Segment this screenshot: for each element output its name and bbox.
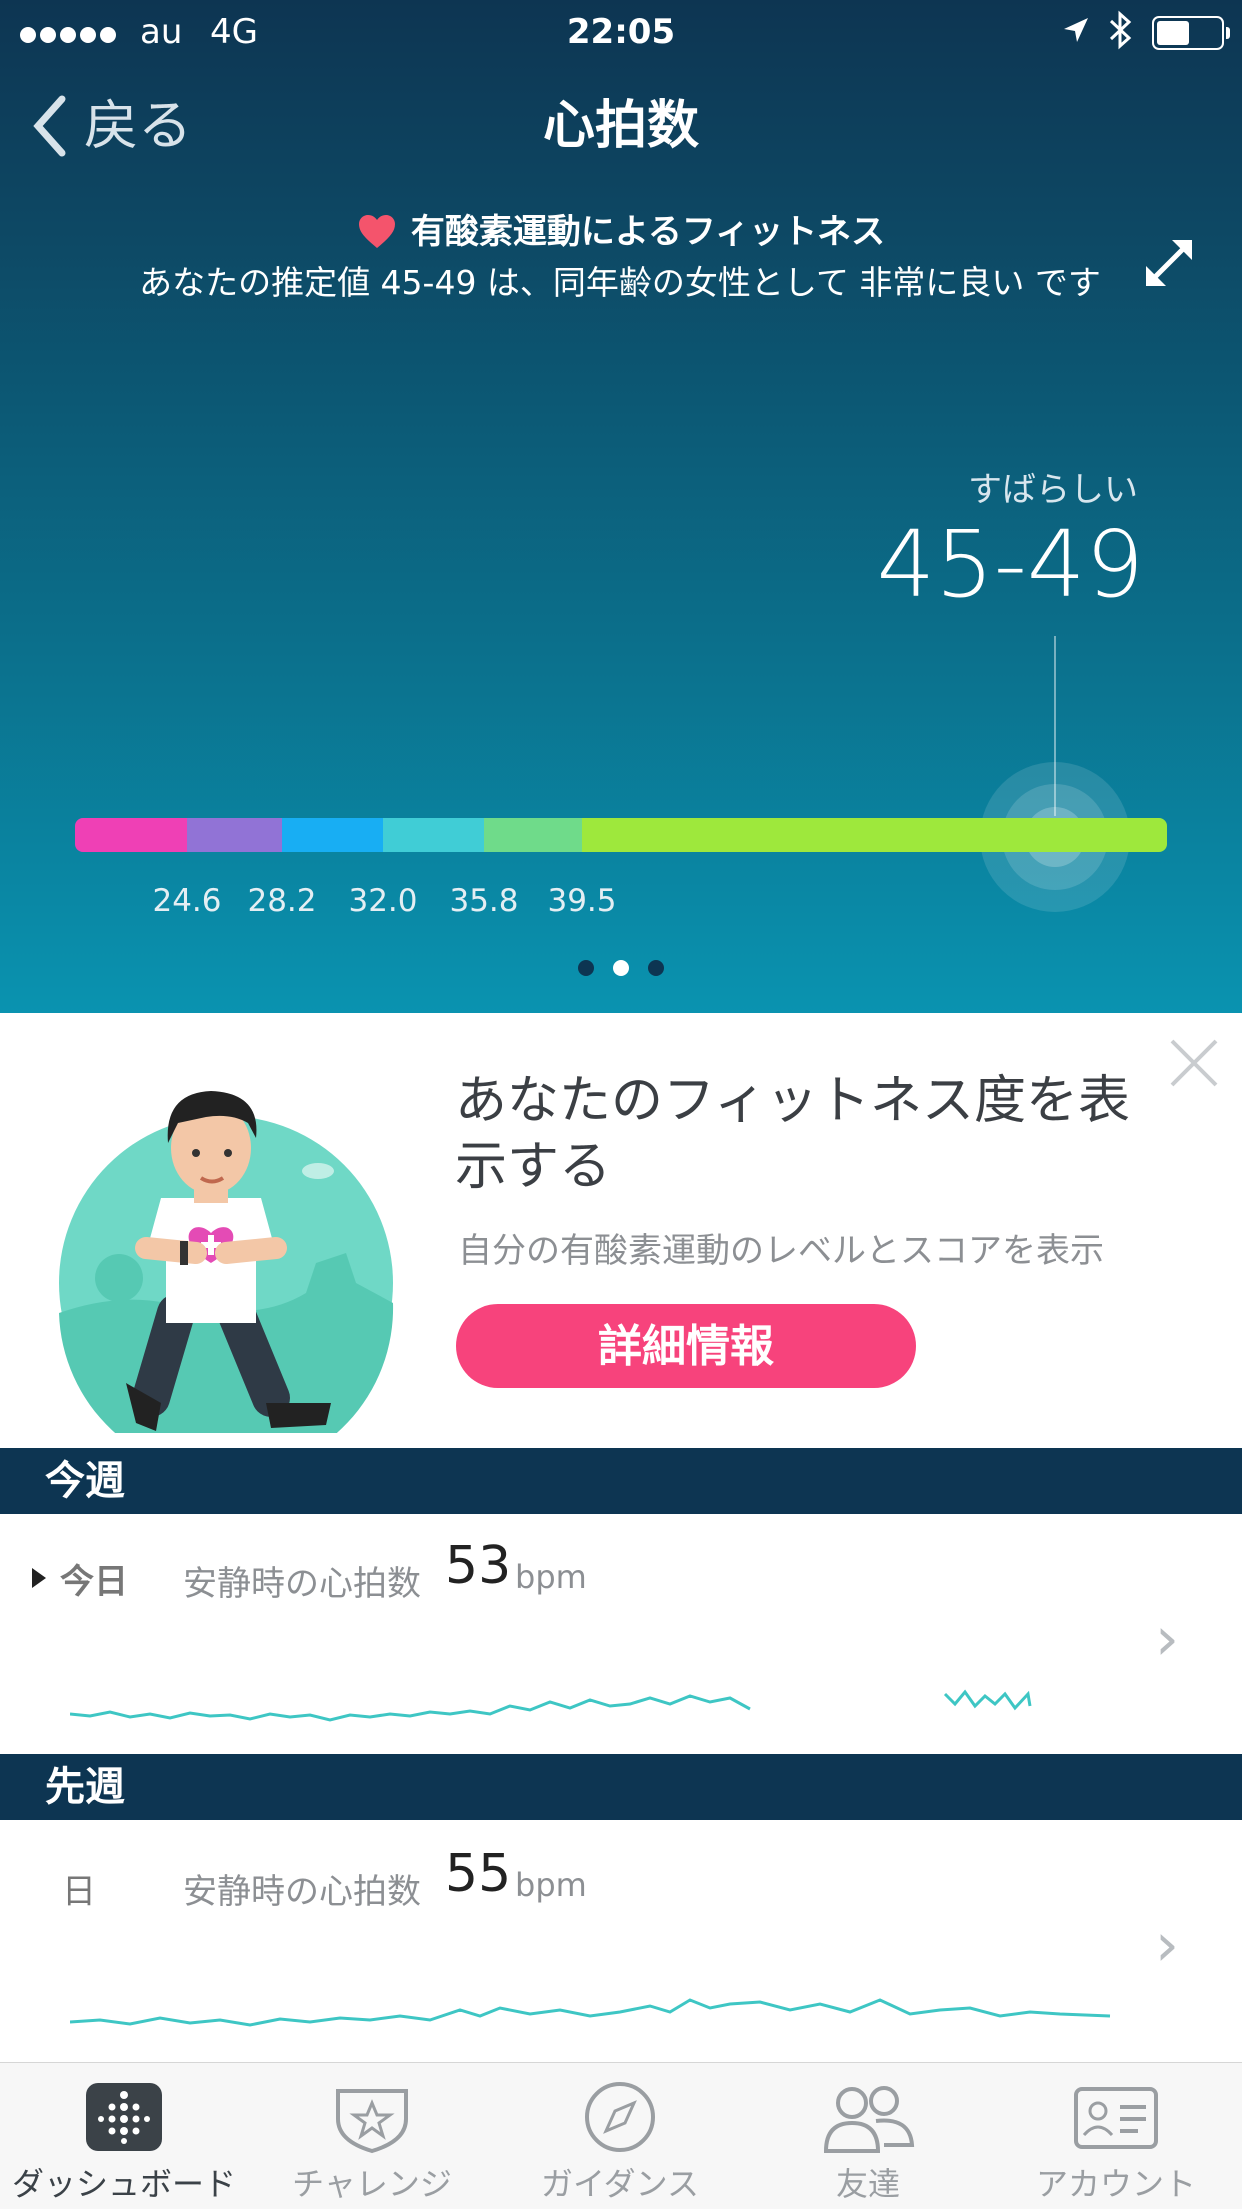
battery-icon [1152, 16, 1230, 50]
caret-right-icon [32, 1568, 46, 1588]
resting-hr-row-today[interactable]: 今日 安静時の心拍数 53 bpm › [0, 1514, 1242, 1754]
tab-account[interactable]: アカウント [992, 2063, 1240, 2209]
tab-label: 友達 [835, 2165, 900, 2203]
section-header-last-week: 先週 [0, 1754, 1242, 1820]
bluetooth-icon [1109, 10, 1132, 50]
tab-label: アカウント [1035, 2165, 1196, 2203]
resting-hr-row-sunday[interactable]: 日 安静時の心拍数 55 bpm › [0, 1820, 1242, 2062]
learn-more-button[interactable]: 詳細情報 [456, 1304, 916, 1388]
cardio-fitness-panel: au 4G 22:05 戻る 心拍数 有酸素運動によるフィットネス あなたの推定… [0, 0, 1242, 1013]
section-title: 先週 [45, 1764, 125, 1810]
location-arrow-icon [1064, 18, 1088, 42]
scale-tick-label: 32.0 [348, 883, 418, 919]
chevron-right-icon: › [1155, 1910, 1179, 1980]
section-title: 今週 [45, 1458, 125, 1504]
tab-guidance[interactable]: ガイダンス [496, 2063, 744, 2209]
heart-rate-sparkline [70, 1998, 1111, 2027]
promo-title: あなたのフィットネス度を表示する [455, 1071, 1130, 1197]
tab-challenges[interactable]: チャレンジ [248, 2063, 496, 2209]
rating-label: すばらしい [968, 470, 1138, 510]
page-dot-active[interactable] [613, 960, 629, 976]
row-label: 安静時の心拍数 [183, 1872, 421, 1912]
scale-tick-label: 35.8 [449, 883, 519, 919]
heart-rate-sparkline [70, 1689, 1032, 1722]
row-value: 55 [445, 1844, 512, 1904]
scale-segment [75, 818, 187, 852]
friends-icon [823, 2086, 915, 2153]
dashboard-icon [86, 2083, 162, 2151]
row-day: 日 [62, 1872, 96, 1912]
rating-value: 45-49 [876, 511, 1144, 618]
fitness-heading: 有酸素運動によるフィットネス [0, 208, 1242, 256]
expand-icon[interactable] [1142, 236, 1196, 290]
scale-tick-label: 24.6 [152, 883, 222, 919]
scale-segment [383, 818, 484, 852]
page-dot[interactable] [578, 960, 594, 976]
status-time: 22:05 [566, 12, 676, 52]
scale-tick-label: 28.2 [247, 883, 317, 919]
tab-dashboard[interactable]: ダッシュボード [0, 2063, 248, 2209]
row-unit: bpm [515, 1866, 587, 1904]
heart-icon [358, 215, 395, 248]
row-value: 53 [445, 1536, 512, 1596]
row-unit: bpm [515, 1558, 587, 1596]
page-dot[interactable] [648, 960, 664, 976]
page-title: 心拍数 [542, 96, 699, 156]
chevron-right-icon: › [1155, 1604, 1179, 1674]
star-badge-icon [336, 2089, 408, 2154]
tab-label: ガイダンス [540, 2165, 700, 2203]
fitness-title: 有酸素運動によるフィットネス [410, 212, 886, 252]
scale-segment [187, 818, 282, 852]
row-day: 今日 [60, 1562, 128, 1602]
tab-label: チャレンジ [292, 2165, 452, 2203]
tab-bar: ダッシュボード チャレンジ ガイダンス 友達 アカウント [0, 2062, 1242, 2209]
account-card-icon [1074, 2087, 1158, 2149]
compass-icon [585, 2082, 655, 2152]
promo-card: あなたのフィットネス度を表示する 自分の有酸素運動のレベルとスコアを表示 詳細情… [0, 1013, 1242, 1448]
fitness-description: あなたの推定値 45-49 は、同年齢の女性として 非常に良い です [139, 263, 1101, 302]
scale-segment [582, 818, 1167, 852]
fitness-scale-bar [75, 818, 1167, 852]
section-header-this-week: 今週 [0, 1448, 1242, 1514]
row-label: 安静時の心拍数 [183, 1564, 421, 1604]
tab-friends[interactable]: 友達 [744, 2063, 992, 2209]
fitness-character-illustration [59, 1091, 394, 1433]
promo-subtitle: 自分の有酸素運動のレベルとスコアを表示 [458, 1231, 1104, 1271]
scale-segment [282, 818, 383, 852]
scale-tick-label: 39.5 [547, 883, 617, 919]
scale-segment [484, 818, 582, 852]
tab-label: ダッシュボード [11, 2165, 236, 2203]
close-icon[interactable] [1168, 1037, 1220, 1089]
